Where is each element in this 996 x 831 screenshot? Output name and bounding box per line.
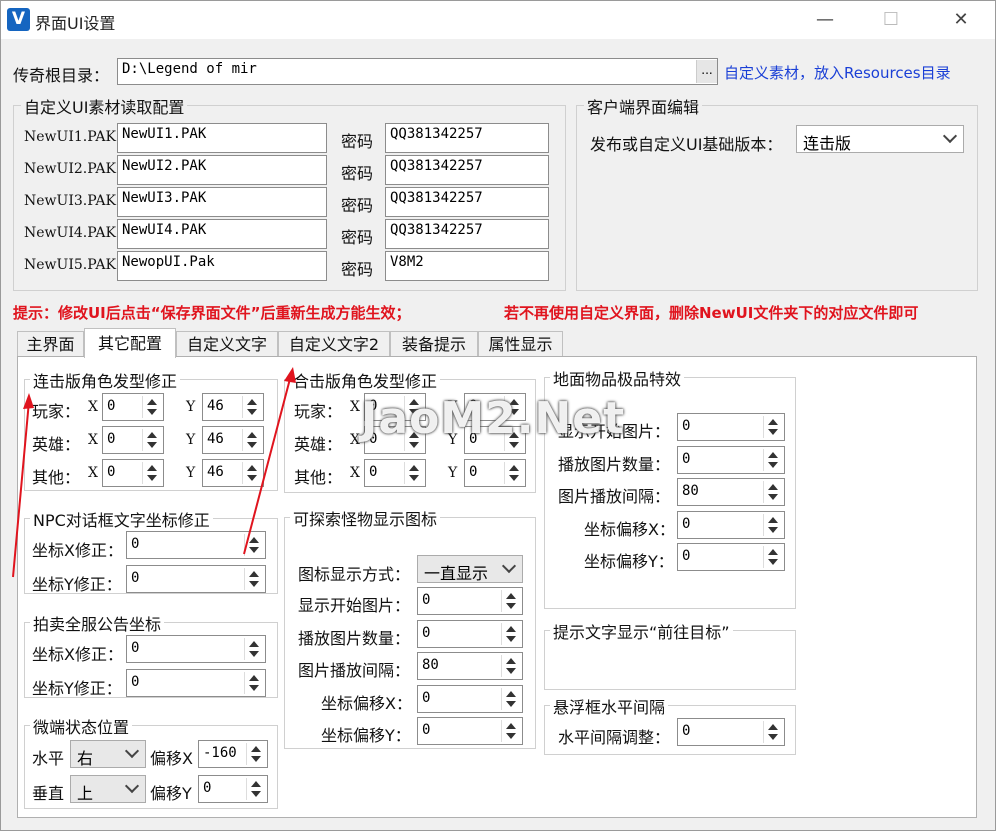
arrow-left-line (12, 400, 30, 578)
watermark: JaoM2.Net (361, 393, 626, 444)
tab-other[interactable]: 其它配置 (84, 328, 176, 358)
settings-window: V 界面UI设置 — ☐ ✕ 传奇根目录： D:\Legend of mir .… (0, 0, 996, 831)
arrow-right-line (243, 374, 292, 555)
arrow-left-head-icon (23, 393, 34, 409)
arrow-right-head-icon (284, 367, 296, 383)
